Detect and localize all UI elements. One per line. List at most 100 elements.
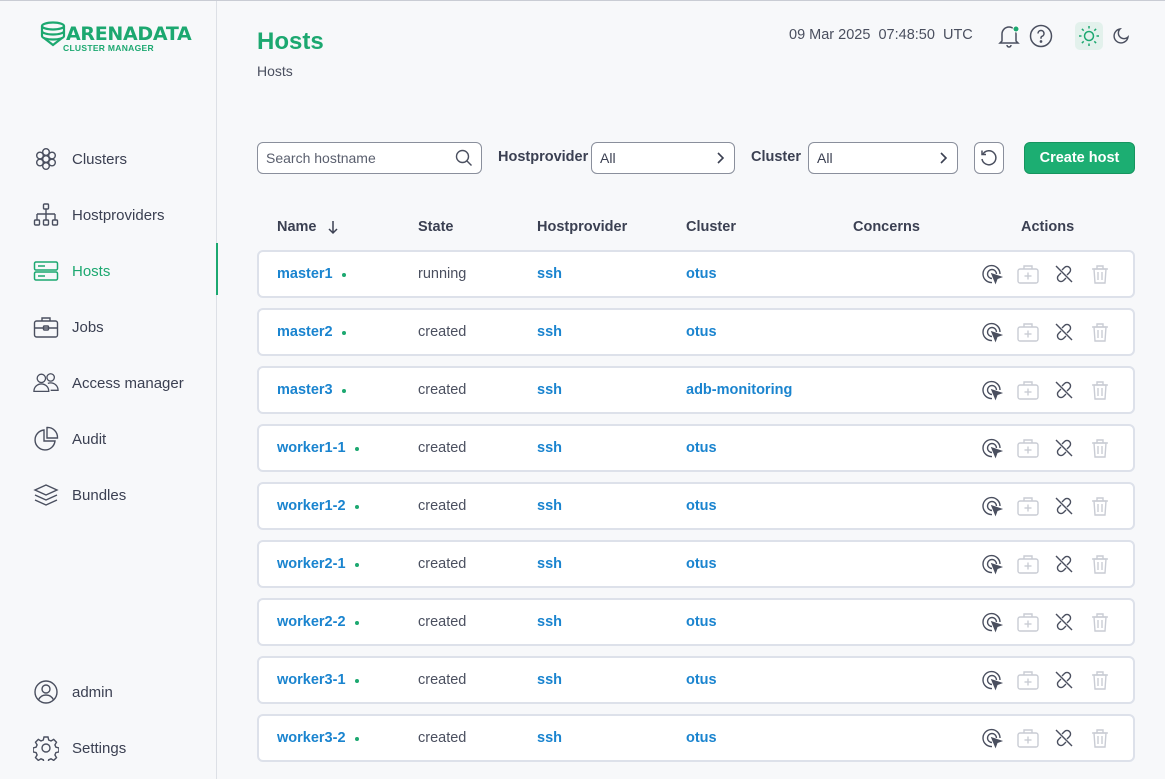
host-name-link[interactable]: worker2-2	[277, 614, 346, 630]
hostprovider-link[interactable]: ssh	[537, 730, 562, 746]
hostprovider-link[interactable]: ssh	[537, 266, 562, 282]
hostprovider-link[interactable]: ssh	[537, 324, 562, 340]
cluster-link[interactable]: otus	[686, 266, 717, 282]
maintenance-icon[interactable]	[1015, 551, 1041, 577]
table-row: worker3-1 created ssh otus	[257, 656, 1135, 704]
hostproviders-icon	[33, 202, 59, 228]
column-cluster[interactable]: Cluster	[686, 219, 736, 235]
delete-icon[interactable]	[1087, 609, 1113, 635]
sidebar-item-hostproviders[interactable]: Hostproviders	[0, 187, 217, 243]
maintenance-icon[interactable]	[1015, 377, 1041, 403]
host-state: created	[418, 614, 467, 630]
host-name-link[interactable]: worker1-1	[277, 440, 346, 456]
host-name-link[interactable]: master3	[277, 382, 333, 398]
cluster-link[interactable]: otus	[686, 440, 717, 456]
sidebar-item-clusters[interactable]: Clusters	[0, 131, 217, 187]
maintenance-icon[interactable]	[1015, 435, 1041, 461]
cluster-link[interactable]: otus	[686, 730, 717, 746]
maintenance-icon[interactable]	[1015, 609, 1041, 635]
sidebar-item-jobs[interactable]: Jobs	[0, 299, 217, 355]
help-icon[interactable]	[1028, 23, 1054, 49]
cluster-link[interactable]: adb-monitoring	[686, 382, 792, 398]
cluster-link[interactable]: otus	[686, 556, 717, 572]
sidebar-item-admin[interactable]: admin	[0, 664, 217, 720]
sidebar-item-settings[interactable]: Settings	[0, 720, 217, 776]
light-theme-button[interactable]	[1075, 22, 1103, 50]
run-action-icon[interactable]	[979, 319, 1005, 345]
delete-icon[interactable]	[1087, 435, 1113, 461]
hostprovider-filter-label: Hostprovider	[498, 149, 589, 165]
delete-icon[interactable]	[1087, 493, 1113, 519]
sidebar-item-label: Clusters	[72, 150, 128, 168]
maintenance-icon[interactable]	[1015, 261, 1041, 287]
column-state[interactable]: State	[418, 219, 453, 235]
run-action-icon[interactable]	[979, 493, 1005, 519]
sidebar-item-label: Audit	[72, 430, 107, 448]
unlink-icon[interactable]	[1051, 261, 1077, 287]
sidebar-item-label: Access manager	[72, 374, 184, 392]
run-action-icon[interactable]	[979, 667, 1005, 693]
hostprovider-link[interactable]: ssh	[537, 382, 562, 398]
delete-icon[interactable]	[1087, 377, 1113, 403]
run-action-icon[interactable]	[979, 609, 1005, 635]
delete-icon[interactable]	[1087, 261, 1113, 287]
delete-icon[interactable]	[1087, 725, 1113, 751]
unlink-icon[interactable]	[1051, 493, 1077, 519]
delete-icon[interactable]	[1087, 551, 1113, 577]
run-action-icon[interactable]	[979, 435, 1005, 461]
sidebar-item-bundles[interactable]: Bundles	[0, 467, 217, 523]
run-action-icon[interactable]	[979, 551, 1005, 577]
host-name-link[interactable]: worker3-1	[277, 672, 346, 688]
hostprovider-link[interactable]: ssh	[537, 498, 562, 514]
create-host-button[interactable]: Create host	[1024, 142, 1135, 174]
column-name[interactable]: Name	[277, 219, 340, 235]
unlink-icon[interactable]	[1051, 725, 1077, 751]
hostprovider-link[interactable]: ssh	[537, 440, 562, 456]
sun-icon	[1079, 26, 1099, 46]
host-name-link[interactable]: worker2-1	[277, 556, 346, 572]
host-name-link[interactable]: master1	[277, 266, 333, 282]
hostprovider-select[interactable]: All	[591, 142, 735, 174]
cluster-link[interactable]: otus	[686, 324, 717, 340]
unlink-icon[interactable]	[1051, 667, 1077, 693]
notifications-bell-icon[interactable]	[996, 23, 1022, 49]
hostprovider-link[interactable]: ssh	[537, 672, 562, 688]
maintenance-icon[interactable]	[1015, 319, 1041, 345]
maintenance-icon[interactable]	[1015, 725, 1041, 751]
unlink-icon[interactable]	[1051, 377, 1077, 403]
refresh-icon	[981, 150, 997, 166]
cluster-link[interactable]: otus	[686, 672, 717, 688]
column-hostprovider[interactable]: Hostprovider	[537, 219, 627, 235]
unlink-icon[interactable]	[1051, 319, 1077, 345]
delete-icon[interactable]	[1087, 319, 1113, 345]
hostprovider-link[interactable]: ssh	[537, 614, 562, 630]
run-action-icon[interactable]	[979, 261, 1005, 287]
host-name-link[interactable]: master2	[277, 324, 333, 340]
hostprovider-link[interactable]: ssh	[537, 556, 562, 572]
run-action-icon[interactable]	[979, 725, 1005, 751]
chevron-right-icon	[717, 152, 725, 164]
logo[interactable]: ARENADATA CLUSTER MANAGER	[40, 21, 192, 53]
host-name-link[interactable]: worker1-2	[277, 498, 346, 514]
sidebar-item-hosts[interactable]: Hosts	[0, 243, 218, 299]
sidebar-item-audit[interactable]: Audit	[0, 411, 217, 467]
dark-theme-button[interactable]	[1108, 23, 1134, 49]
cluster-link[interactable]: otus	[686, 498, 717, 514]
delete-icon[interactable]	[1087, 667, 1113, 693]
sidebar-item-access-manager[interactable]: Access manager	[0, 355, 217, 411]
sidebar-item-label: Jobs	[72, 318, 104, 336]
host-name-link[interactable]: worker3-2	[277, 730, 346, 746]
sidebar-item-label: Hosts	[72, 262, 111, 280]
unlink-icon[interactable]	[1051, 609, 1077, 635]
search-field[interactable]	[257, 142, 482, 174]
run-action-icon[interactable]	[979, 377, 1005, 403]
unlink-icon[interactable]	[1051, 435, 1077, 461]
table-row: worker1-1 created ssh otus	[257, 424, 1135, 472]
cluster-link[interactable]: otus	[686, 614, 717, 630]
search-input[interactable]	[266, 150, 455, 166]
maintenance-icon[interactable]	[1015, 667, 1041, 693]
unlink-icon[interactable]	[1051, 551, 1077, 577]
reset-filters-button[interactable]	[974, 142, 1004, 174]
maintenance-icon[interactable]	[1015, 493, 1041, 519]
cluster-select[interactable]: All	[808, 142, 958, 174]
